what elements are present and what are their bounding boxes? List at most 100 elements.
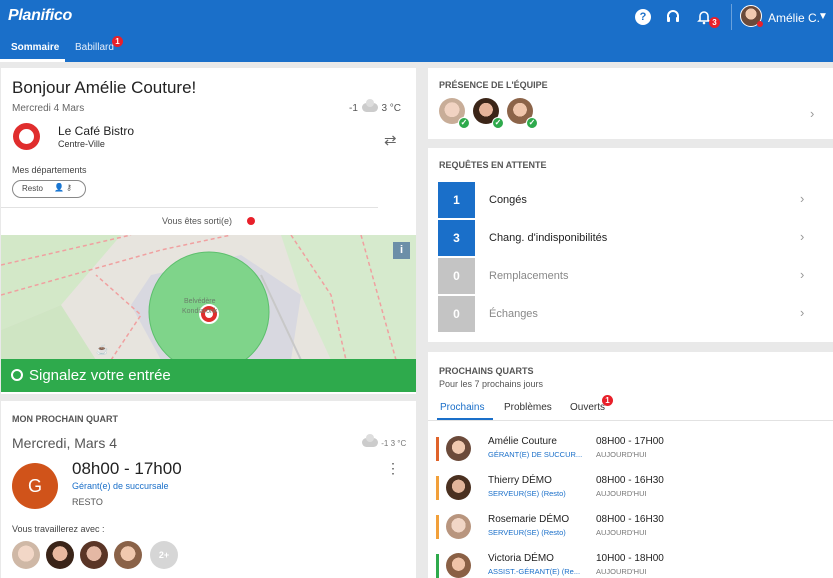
weather-low: -1 [349,103,358,114]
coworkers-label: Vous travaillerez avec : [12,524,105,534]
request-row[interactable]: 3 Chang. d'indisponibilités › [428,220,833,258]
tab-sommaire[interactable]: Sommaire [11,42,59,53]
shift-time: 08H00 - 16H30 [596,514,664,525]
location-sub: Centre-Ville [58,139,105,149]
departments-label: Mes départements [12,165,87,175]
tab-problemes[interactable]: Problèmes [504,402,552,413]
checkin-button[interactable]: Signalez votre entrée [1,359,416,392]
clock-status: Vous êtes sorti(e) [162,216,233,226]
employee-name: Amélie Couture [488,436,557,447]
shift-weather-high: -1 [381,439,389,448]
chevron-right-icon: › [800,191,805,206]
request-label: Congés [489,194,527,206]
shift-day: AUJOURD'HUI [596,450,647,459]
shift-color-bar [436,515,439,539]
tab-prochains[interactable]: Prochains [440,402,484,413]
open-shifts-badge: 1 [602,395,613,406]
team-presence-card[interactable]: PRÉSENCE DE L'ÉQUIPE ✓ ✓ ✓ › [428,68,833,139]
coworker-avatar[interactable] [114,541,142,569]
shift-time: 08h00 - 17h00 [72,459,182,478]
coworker-avatar[interactable] [46,541,74,569]
more-options-icon[interactable]: ⋮ [386,460,400,477]
shift-color-bar [436,554,439,578]
request-label: Remplacements [489,270,569,282]
map-place-label: Belvédère [184,298,216,305]
headset-icon[interactable] [665,9,681,25]
section-title: PROCHAINS QUARTS [439,366,534,376]
tab-ouverts[interactable]: Ouverts [570,402,605,413]
employee-avatar [446,553,471,578]
map-place-label-2: Kondiaronk [182,308,218,315]
section-subtitle: Pour les 7 prochains jours [439,379,544,389]
request-row[interactable]: 0 Remplacements › [428,258,833,296]
restaurant-icon [13,123,40,150]
help-icon[interactable]: ? [635,9,651,25]
shift-row[interactable]: Thierry DÉMO SERVEUR(SE) (Resto) 08H00 -… [428,473,833,512]
request-count: 1 [438,182,475,218]
employee-role: ASSIST.-GÉRANT(E) (Re... [488,567,581,576]
employee-avatar [446,436,471,461]
partly-cloudy-icon [362,433,378,447]
map-info-button[interactable]: i [393,242,410,259]
request-row[interactable]: 1 Congés › [428,182,833,220]
employee-role: GÉRANT(E) DE SUCCUR... [488,450,583,459]
shift-time: 10H00 - 18H00 [596,553,664,564]
partly-cloudy-icon [361,98,378,112]
shift-day: AUJOURD'HUI [596,489,647,498]
upcoming-shifts-card: PROCHAINS QUARTS Pour les 7 prochains jo… [428,352,833,578]
shift-time: 08H00 - 16H30 [596,475,664,486]
divider [428,420,833,421]
swap-location-icon[interactable]: ⇄ [384,131,397,149]
request-label: Échanges [489,308,538,320]
chevron-right-icon[interactable]: › [810,106,814,121]
divider [1,207,378,208]
coworker-avatar[interactable] [80,541,108,569]
check-icon: ✓ [526,117,538,129]
employee-role: SERVEUR(SE) (Resto) [488,489,566,498]
pending-requests-card: REQUÊTES EN ATTENTE 1 Congés › 3 Chang. … [428,148,833,342]
employee-avatar [446,475,471,500]
section-title: PRÉSENCE DE L'ÉQUIPE [439,80,548,90]
tab-babillard[interactable]: Babillard [75,42,114,53]
babillard-badge: 1 [112,36,123,47]
chevron-right-icon: › [800,229,805,244]
user-menu[interactable]: Amélie C. [768,11,820,25]
person-key-icon: 👤 ⚷ [54,183,73,192]
shift-time: 08H00 - 17H00 [596,436,664,447]
shift-row[interactable]: Victoria DÉMO ASSIST.-GÉRANT(E) (Re... 1… [428,551,833,578]
chevron-down-icon[interactable]: ▼ [818,11,828,22]
shift-weather: -1 3 °C [361,433,407,448]
check-icon: ✓ [492,117,504,129]
shift-row[interactable]: Amélie Couture GÉRANT(E) DE SUCCUR... 08… [428,434,833,473]
weather-high: 3 °C [381,103,402,114]
request-count: 0 [438,296,475,332]
notification-badge: 3 [709,17,720,28]
greeting-card: Bonjour Amélie Couture! Mercredi 4 Mars … [1,68,416,394]
more-coworkers-button[interactable]: 2+ [150,541,178,569]
section-title: MON PROCHAIN QUART [12,414,118,424]
chevron-right-icon: › [800,305,805,320]
active-tab-indicator [0,59,65,62]
status-dot [247,217,255,225]
request-label: Chang. d'indisponibilités [489,232,608,244]
employee-name: Rosemarie DÉMO [488,514,570,525]
topbar-divider [731,4,732,30]
section-title: REQUÊTES EN ATTENTE [439,160,547,170]
coworker-avatar[interactable] [12,541,40,569]
shift-weather-unit: °C [397,439,407,448]
greeting-date: Mercredi 4 Mars [12,103,85,114]
shift-day: AUJOURD'HUI [596,567,647,576]
shift-row[interactable]: Rosemarie DÉMO SERVEUR(SE) (Resto) 08H00… [428,512,833,551]
request-count: 0 [438,258,475,294]
app-logo[interactable]: Planifico [8,7,72,25]
employee-name: Victoria DÉMO [488,553,554,564]
chevron-right-icon: › [800,267,805,282]
request-row[interactable]: 0 Échanges › [428,296,833,334]
greeting-title: Bonjour Amélie Couture! [12,78,197,97]
location-map[interactable]: Belvédère Kondiaronk ☕ [1,235,416,360]
shift-weather-low: 3 [390,439,396,448]
department-name: Resto [22,184,43,193]
tab-bar: Sommaire Babillard 1 [0,33,833,62]
weather-widget: -1 3 °C [349,98,402,114]
department-pill[interactable]: Resto 👤 ⚷ [12,180,86,198]
